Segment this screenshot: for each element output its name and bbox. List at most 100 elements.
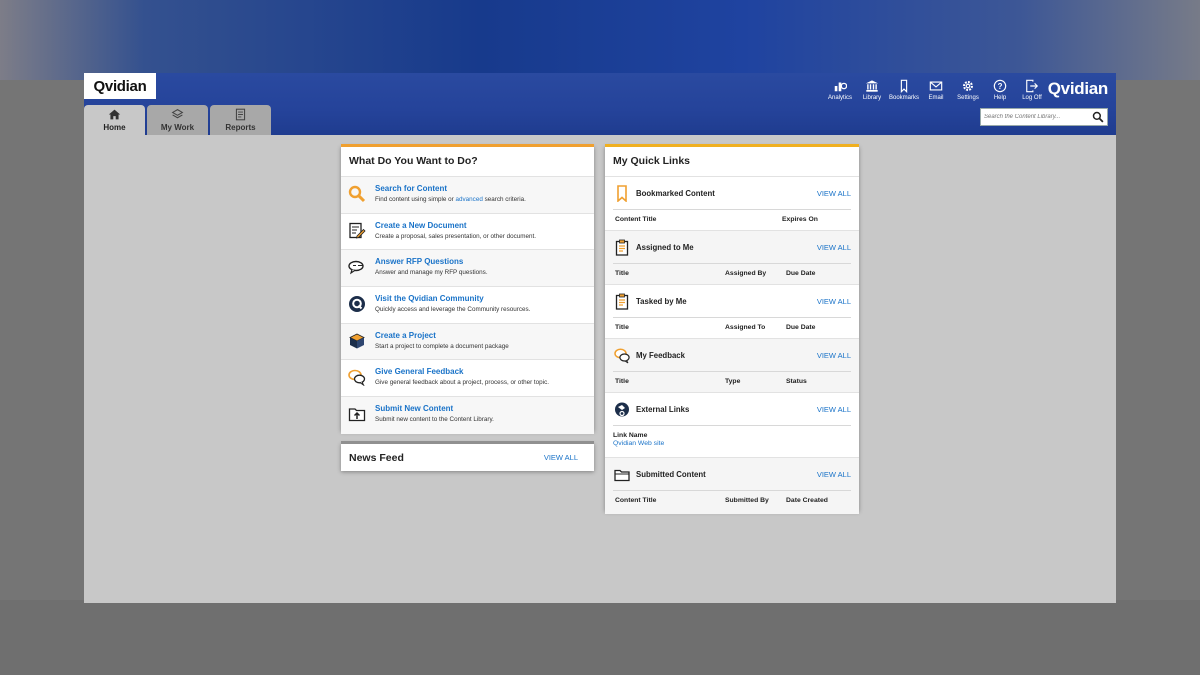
column-header: Expires On [782, 216, 818, 223]
external-links-list: Link Name Qvidian Web site [613, 425, 851, 455]
tasked-view-all-link[interactable]: VIEW ALL [817, 297, 851, 306]
background-blur-right [1116, 80, 1200, 610]
column-headers: Title Assigned By Due Date [613, 263, 851, 285]
header-bar: Qvidian Home My Work Reports Analytics L… [84, 73, 1116, 135]
column-header: Due Date [786, 270, 816, 277]
background-blur-top [0, 0, 1200, 80]
gear-icon [963, 81, 973, 91]
report-icon [235, 108, 246, 121]
news-feed-panel: News Feed VIEW ALL [341, 441, 594, 471]
globe-link-icon [615, 402, 629, 417]
qvidian-website-link[interactable]: Qvidian Web site [613, 440, 851, 447]
settings-button[interactable]: Settings [952, 79, 984, 101]
column-header: Date Created [786, 497, 828, 504]
section-title: Submitted Content [636, 470, 706, 479]
tab-reports-label: Reports [225, 123, 256, 132]
log-off-label: Log Off [1022, 95, 1042, 101]
logoff-icon [1026, 79, 1039, 93]
action-desc: Give general feedback about a project, p… [375, 379, 549, 387]
todo-title: What Do You Want to Do? [341, 146, 594, 177]
action-desc: Quickly access and leverage the Communit… [375, 306, 531, 314]
column-header: Content Title [615, 216, 657, 223]
feedback-icon [348, 370, 366, 387]
column-headers: Title Type Status [613, 371, 851, 393]
bookmarked-view-all-link[interactable]: VIEW ALL [817, 189, 851, 198]
main-tabs: Home My Work Reports [84, 105, 273, 135]
assigned-view-all-link[interactable]: VIEW ALL [817, 243, 851, 252]
feedback-view-all-link[interactable]: VIEW ALL [817, 351, 851, 360]
action-title: Submit New Content [375, 404, 454, 414]
app-window: Qvidian Home My Work Reports Analytics L… [84, 73, 1116, 603]
news-view-all-link[interactable]: VIEW ALL [544, 453, 578, 462]
tab-home[interactable]: Home [84, 105, 145, 135]
action-answer-rfp[interactable]: Answer RFP Questions Answer and manage m… [341, 250, 594, 288]
svg-text:?: ? [998, 82, 1003, 91]
action-title: Answer RFP Questions [375, 257, 464, 267]
background-blur-bottom [0, 600, 1200, 675]
analytics-button[interactable]: Analytics [824, 79, 856, 101]
column-header: Assigned By [725, 270, 767, 277]
logo[interactable]: Qvidian [84, 73, 156, 99]
quick-links-accent-bar [605, 144, 859, 147]
column-header: Type [725, 378, 741, 385]
tasked-by-me-section: Tasked by Me VIEW ALL Title Assigned To … [605, 285, 859, 339]
bookmarks-label: Bookmarks [888, 95, 919, 101]
log-off-button[interactable]: Log Off [1016, 79, 1048, 101]
action-desc: Submit new content to the Content Librar… [375, 416, 494, 424]
home-icon [108, 109, 121, 120]
brand-logo-right: Qvidian [1047, 79, 1109, 98]
action-visit-community[interactable]: Visit the Qvidian Community Quickly acce… [341, 287, 594, 324]
news-feed-title: News Feed [349, 452, 404, 464]
library-icon [865, 80, 879, 92]
submitted-view-all-link[interactable]: VIEW ALL [817, 470, 851, 479]
section-header: Submitted Content VIEW ALL [605, 458, 859, 490]
action-desc: Answer and manage my RFP questions. [375, 269, 488, 277]
external-view-all-link[interactable]: VIEW ALL [817, 405, 851, 414]
column-header: Due Date [786, 324, 816, 331]
bookmark-icon [900, 79, 908, 93]
bookmark-icon [617, 185, 627, 202]
section-title: External Links [636, 405, 690, 414]
action-create-project[interactable]: Create a Project Start a project to comp… [341, 323, 594, 361]
settings-label: Settings [957, 95, 979, 101]
action-title: Search for Content [375, 184, 448, 193]
action-give-feedback[interactable]: Give General Feedback Give general feedb… [341, 360, 594, 398]
section-title: Assigned to Me [636, 243, 694, 252]
tab-reports[interactable]: Reports [210, 105, 271, 135]
tab-home-label: Home [103, 123, 126, 132]
column-header: Submitted By [725, 497, 769, 504]
action-search-content[interactable]: Search for Content Find content using si… [341, 177, 594, 214]
todo-panel: What Do You Want to Do? Search for Conte… [341, 144, 594, 434]
document-edit-icon [349, 222, 366, 239]
community-icon [349, 296, 365, 313]
advanced-search-link[interactable]: advanced [456, 196, 483, 203]
section-header: Bookmarked Content VIEW ALL [605, 177, 859, 209]
analytics-icon [834, 82, 847, 92]
action-create-document[interactable]: Create a New Document Create a proposal,… [341, 214, 594, 251]
link-name-header: Link Name [613, 432, 648, 439]
action-submit-content[interactable]: Submit New Content Submit new content to… [341, 397, 594, 434]
email-button[interactable]: Email [920, 79, 952, 101]
help-button[interactable]: ? Help [984, 79, 1016, 101]
column-header: Content Title [615, 497, 657, 504]
search-icon[interactable] [1092, 111, 1104, 123]
column-header: Title [615, 324, 629, 331]
submitted-content-section: Submitted Content VIEW ALL Content Title… [605, 458, 859, 514]
library-button[interactable]: Library [856, 79, 888, 101]
clipboard-icon [615, 293, 629, 310]
column-headers: Content Title Expires On [613, 209, 851, 231]
chat-bubbles-icon [348, 261, 364, 275]
clipboard-icon [615, 239, 629, 256]
column-header: Title [615, 270, 629, 277]
section-header: Tasked by Me VIEW ALL [605, 285, 859, 317]
bookmarks-button[interactable]: Bookmarks [888, 79, 920, 101]
column-header: Status [786, 378, 807, 385]
tab-my-work-label: My Work [160, 123, 195, 132]
upload-folder-icon [348, 408, 366, 422]
todo-list: Search for Content Find content using si… [341, 177, 594, 434]
search-input[interactable] [984, 110, 1090, 124]
action-desc-text: Find content using simple or [375, 196, 456, 203]
toolbar: Analytics Library Bookmarks Email Settin… [824, 79, 1048, 101]
library-label: Library [862, 95, 882, 101]
tab-my-work[interactable]: My Work [147, 105, 208, 135]
